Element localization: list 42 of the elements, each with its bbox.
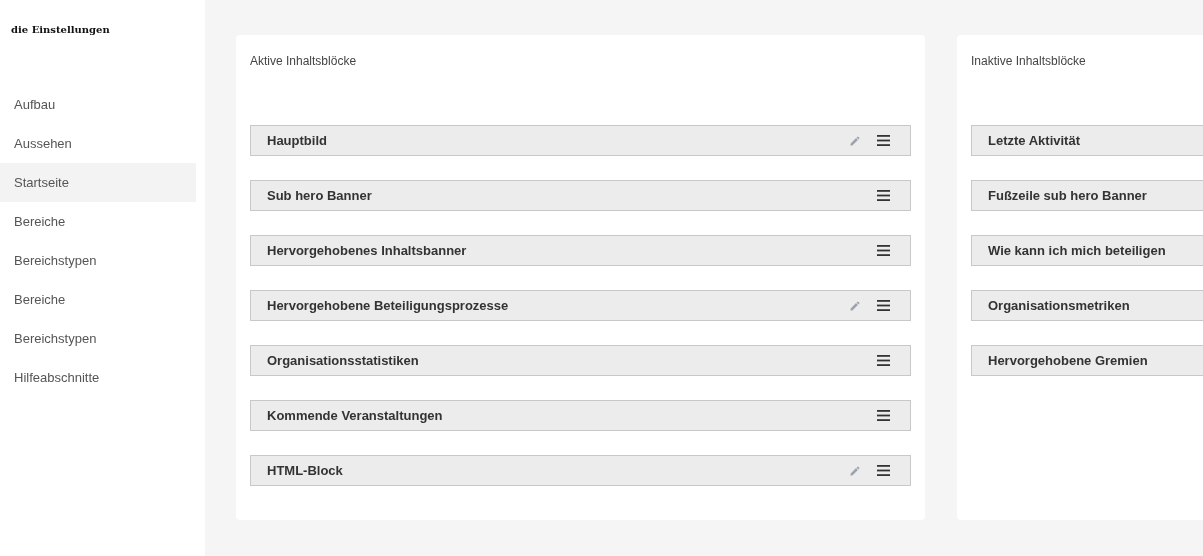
sidebar-item[interactable]: Hilfeabschnitte: [0, 358, 196, 397]
drag-handle-icon[interactable]: [877, 135, 890, 146]
content-block[interactable]: Sub hero Banner: [250, 180, 911, 211]
block-label: Hervorgehobene Gremien: [988, 351, 1149, 370]
content-block[interactable]: Letzte Aktivität: [971, 125, 1203, 156]
block-label: Fußzeile sub hero Banner: [988, 186, 1148, 205]
content-block[interactable]: Kommende Veranstaltungen: [250, 400, 911, 431]
block-label: Letzte Aktivität: [988, 131, 1081, 150]
sidebar-item[interactable]: Bereiche: [0, 280, 196, 319]
drag-handle-icon[interactable]: [877, 355, 890, 366]
drag-handle-icon[interactable]: [877, 465, 890, 476]
content-block[interactable]: HTML-Block: [250, 455, 911, 486]
card-title: Aktive Inhaltsblöcke: [250, 53, 358, 70]
content-block[interactable]: Hervorgehobenes Inhaltsbanner: [250, 235, 911, 266]
drag-handle-icon[interactable]: [877, 245, 890, 256]
block-label: Organisationsstatistiken: [267, 351, 420, 370]
content-block[interactable]: Wie kann ich mich beteiligen: [971, 235, 1203, 266]
content-block[interactable]: Fußzeile sub hero Banner: [971, 180, 1203, 211]
sidebar-item[interactable]: Aussehen: [0, 124, 196, 163]
sidebar-item[interactable]: Bereichstypen: [0, 319, 196, 358]
sidebar-item[interactable]: Startseite: [0, 163, 196, 202]
content-block[interactable]: Organisationsmetriken: [971, 290, 1203, 321]
block-label: Organisationsmetriken: [988, 296, 1131, 315]
sidebar-item[interactable]: Bereiche: [0, 202, 196, 241]
block-label: Kommende Veranstaltungen: [267, 406, 444, 425]
block-label: Wie kann ich mich beteiligen: [988, 241, 1167, 260]
block-label: Hauptbild: [267, 131, 328, 150]
content-block[interactable]: Hervorgehobene Beteiligungsprozesse: [250, 290, 911, 321]
sidebar-item[interactable]: Aufbau: [0, 85, 196, 124]
drag-handle-icon[interactable]: [877, 410, 890, 421]
content-block[interactable]: Hervorgehobene Gremien: [971, 345, 1203, 376]
sidebar-item[interactable]: Bereichstypen: [0, 241, 196, 280]
block-label: Hervorgehobenes Inhaltsbanner: [267, 241, 468, 260]
block-label: HTML-Block: [267, 461, 344, 480]
sidebar-title: die Einstellungen: [10, 23, 111, 37]
block-label: Hervorgehobene Beteiligungsprozesse: [267, 296, 510, 315]
content-block[interactable]: Organisationsstatistiken: [250, 345, 911, 376]
drag-handle-icon[interactable]: [877, 300, 890, 311]
block-label: Sub hero Banner: [267, 186, 373, 205]
drag-handle-icon[interactable]: [877, 190, 890, 201]
card-title: Inaktive Inhaltsblöcke: [971, 53, 1087, 70]
content-block[interactable]: Hauptbild: [250, 125, 911, 156]
